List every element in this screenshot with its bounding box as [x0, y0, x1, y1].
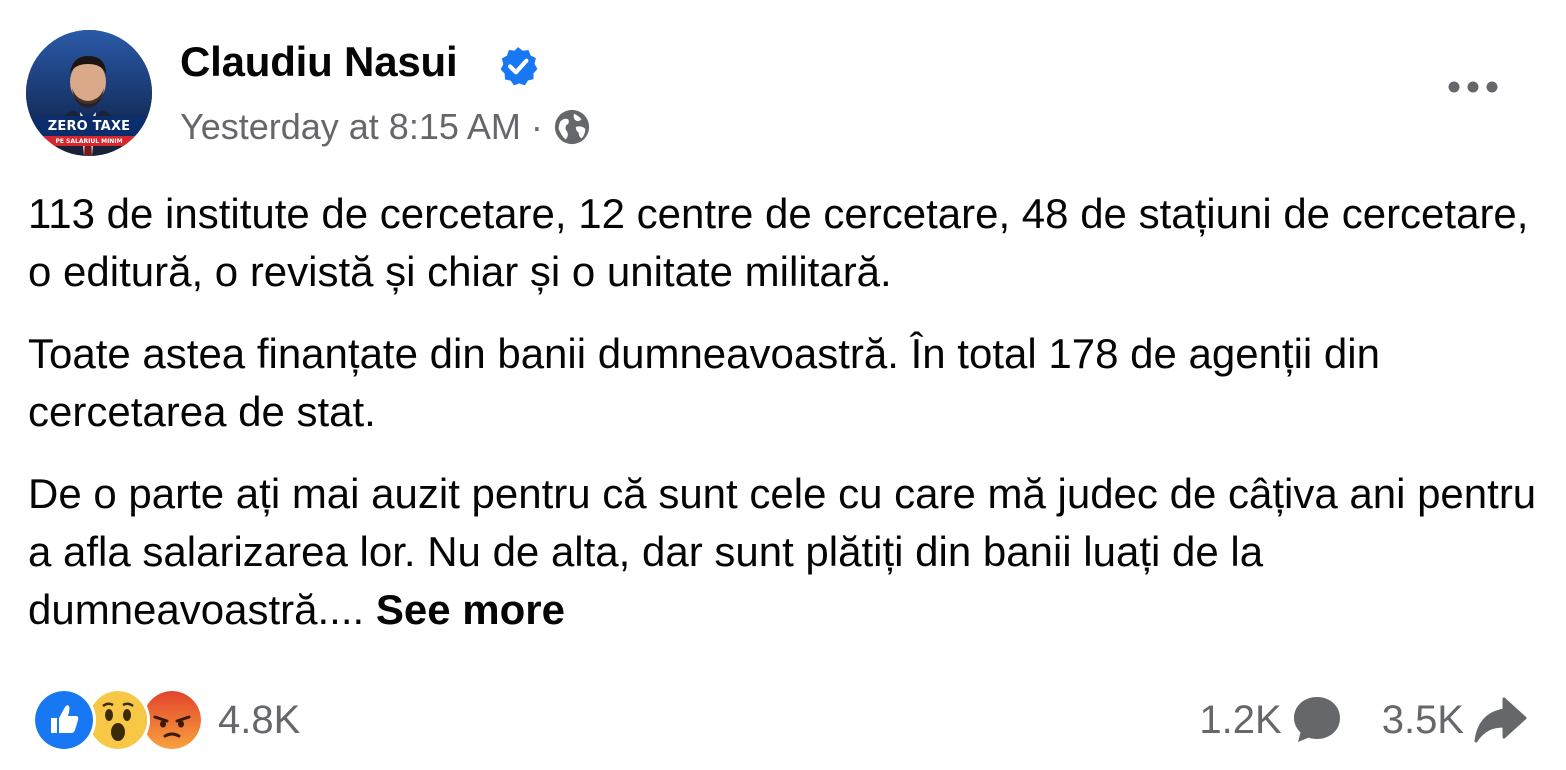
reactions-summary[interactable]: 4.8K	[32, 688, 301, 752]
see-more-link[interactable]: See more	[376, 586, 565, 633]
more-options-icon[interactable]	[1444, 70, 1502, 104]
comments-stat[interactable]: 1.2K	[1199, 693, 1343, 747]
avatar-banner-text: ZERO TAXE	[47, 118, 131, 134]
post-meta: Yesterday at 8:15 AM ·	[180, 106, 591, 148]
meta-separator: ·	[530, 106, 543, 147]
comments-count: 1.2K	[1199, 697, 1282, 742]
engagement-stats: 1.2K 3.5K	[1199, 690, 1528, 750]
comment-bubble-icon	[1293, 697, 1340, 742]
shares-stat[interactable]: 3.5K	[1382, 693, 1528, 747]
post-paragraph: 113 de institute de cercetare, 12 centre…	[28, 190, 1529, 295]
post-paragraph: Toate astea finanțate din banii dumneavo…	[28, 330, 1380, 435]
verified-badge-icon	[500, 47, 538, 86]
globe-icon	[554, 109, 590, 145]
post-text: 113 de institute de cercetare, 12 centre…	[28, 185, 1538, 663]
post-paragraph-text: De o parte ați mai auzit pentru că sunt …	[28, 470, 1537, 633]
share-arrow-icon	[1474, 697, 1527, 743]
author-name[interactable]: Claudiu Nasui	[180, 38, 458, 86]
avatar-banner-subtext: PE SALARIUL MINIM	[55, 137, 123, 145]
post-card: ZERO TAXE PE SALARIUL MINIM Claudiu Nasu…	[0, 0, 1566, 770]
like-icon	[32, 688, 96, 752]
shares-count: 3.5K	[1381, 697, 1464, 742]
reactions-count: 4.8K	[218, 697, 301, 742]
avatar[interactable]: ZERO TAXE PE SALARIUL MINIM	[26, 30, 152, 156]
post-paragraph-last: De o parte ați mai auzit pentru că sunt …	[28, 465, 1538, 639]
post-timestamp[interactable]: Yesterday at 8:15 AM	[180, 106, 521, 148]
